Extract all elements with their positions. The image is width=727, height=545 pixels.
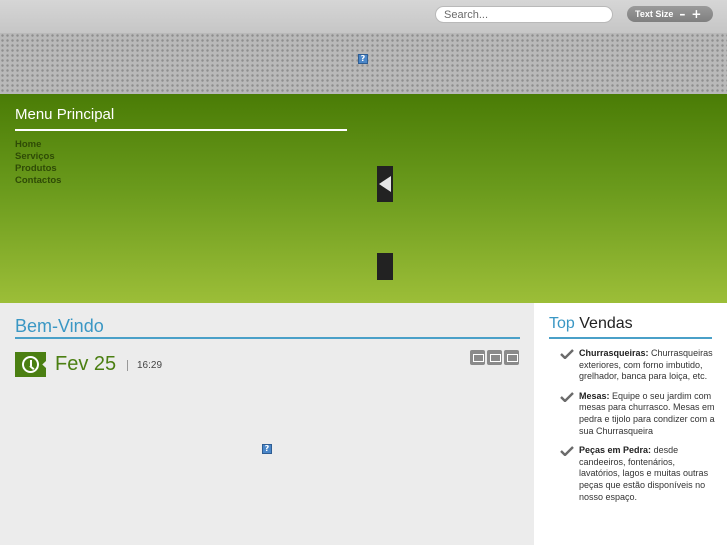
top-sales-list: Churrasqueiras: Churrasqueiras exteriore… [560, 348, 715, 511]
menu-item-home[interactable]: Home [15, 139, 61, 151]
hero-banner [0, 94, 727, 303]
menu-title-second: Principal [56, 106, 115, 123]
menu-divider [15, 129, 347, 131]
top-bar [0, 0, 727, 33]
date-separator [127, 360, 128, 371]
text-size-increase-button[interactable]: + [691, 8, 701, 20]
slider-prev-button[interactable] [377, 166, 393, 202]
sidebar-title-first: Top [549, 315, 575, 332]
menu-item-contactos[interactable]: Contactos [15, 175, 61, 187]
print-icon[interactable] [487, 350, 502, 365]
list-item: Peças em Pedra: desde candeeiros, fonten… [560, 445, 715, 503]
list-item-heading: Mesas: [579, 390, 610, 401]
list-item-heading: Churrasqueiras: [579, 348, 649, 358]
menu-item-produtos[interactable]: Produtos [15, 163, 61, 175]
checkmark-icon [560, 391, 574, 402]
sidebar-title: Top Vendas [549, 315, 633, 333]
menu-title: Menu Principal [15, 106, 114, 123]
search-input[interactable] [435, 6, 613, 23]
clock-icon [15, 352, 46, 377]
broken-image-icon: ? [358, 54, 368, 64]
broken-image-icon: ? [262, 444, 272, 454]
list-item-heading: Peças em Pedra: [579, 445, 652, 456]
slider-next-button[interactable] [377, 253, 393, 280]
text-size-label: Text Size [635, 9, 674, 19]
checkmark-icon [560, 349, 574, 359]
page-title: Bem-Vindo [15, 316, 104, 336]
list-item: Churrasqueiras: Churrasqueiras exteriore… [560, 348, 715, 383]
main-content [0, 303, 534, 545]
text-size-decrease-button[interactable]: – [679, 8, 685, 20]
main-menu: Home Serviços Produtos Contactos [15, 139, 61, 187]
arrow-left-icon [379, 176, 391, 192]
email-icon[interactable] [504, 350, 519, 365]
comment-icon[interactable] [470, 350, 485, 365]
menu-item-servicos[interactable]: Serviços [15, 151, 61, 163]
post-date: Fev 25 [55, 353, 117, 375]
sidebar-divider [549, 337, 712, 339]
text-size-control: Text Size – + [627, 6, 713, 22]
article-tools [470, 350, 519, 365]
list-item: Mesas: Equipe o seu jardim com mesas par… [560, 391, 715, 437]
checkmark-icon [560, 446, 574, 457]
menu-title-first: Menu [15, 106, 53, 123]
post-time: 16:29 [137, 360, 163, 371]
sidebar-title-second: Vendas [579, 315, 633, 332]
title-divider [15, 337, 520, 339]
